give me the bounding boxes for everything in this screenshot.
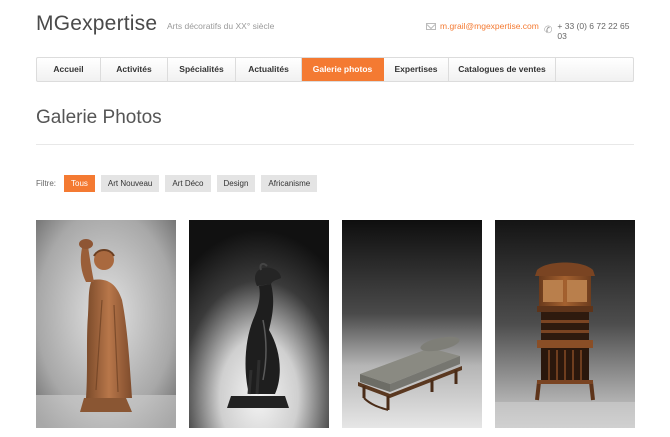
site-header: MGexpertise Arts décoratifs du XX° siècl… [36, 12, 634, 42]
nav-item-specialites[interactable]: Spécialités [168, 58, 236, 81]
title-divider [36, 144, 634, 145]
phone-icon: ✆ [544, 25, 553, 36]
filter-chip-art-deco[interactable]: Art Déco [165, 174, 211, 192]
filter-chip-africanisme[interactable]: Africanisme [261, 174, 318, 192]
gallery-item-dog-sculpture[interactable] [189, 220, 329, 428]
filter-chip-design[interactable]: Design [216, 174, 256, 192]
phone-contact: ✆ + 33 (0) 6 72 22 65 03 [544, 21, 634, 41]
cabinet-image [495, 220, 635, 428]
nav-item-expertises[interactable]: Expertises [384, 58, 449, 81]
main-nav: Accueil Activités Spécialités Actualités… [36, 57, 634, 82]
email-contact[interactable]: m.grail@mgexpertise.com [426, 21, 539, 31]
gallery-item-cabinet[interactable] [495, 220, 635, 428]
nav-item-actualites[interactable]: Actualités [236, 58, 302, 81]
nav-item-accueil[interactable]: Accueil [37, 58, 101, 81]
daybed-image [342, 220, 482, 428]
filter-label: Filtre: [36, 178, 56, 188]
site-logo[interactable]: MGexpertise [36, 12, 157, 36]
page-title: Galerie Photos [36, 107, 162, 128]
photo-gallery [36, 220, 635, 430]
nav-item-catalogues-de-ventes[interactable]: Catalogues de ventes [449, 58, 556, 81]
gallery-filter: Filtre: Tous Art Nouveau Art Déco Design… [36, 174, 323, 192]
dog-sculpture-image [189, 220, 329, 428]
gallery-item-daybed[interactable] [342, 220, 482, 428]
phone-number: + 33 (0) 6 72 22 65 03 [557, 21, 630, 41]
site-tagline: Arts décoratifs du XX° siècle [167, 21, 275, 31]
mail-icon [426, 22, 436, 30]
figure-sculpture-image [36, 220, 176, 428]
nav-item-galerie-photos[interactable]: Galerie photos [302, 58, 384, 81]
filter-chip-tous[interactable]: Tous [64, 174, 95, 192]
filter-chip-art-nouveau[interactable]: Art Nouveau [100, 174, 160, 192]
gallery-item-figure-sculpture[interactable] [36, 220, 176, 428]
nav-item-activites[interactable]: Activités [101, 58, 168, 81]
email-link[interactable]: m.grail@mgexpertise.com [440, 21, 539, 31]
